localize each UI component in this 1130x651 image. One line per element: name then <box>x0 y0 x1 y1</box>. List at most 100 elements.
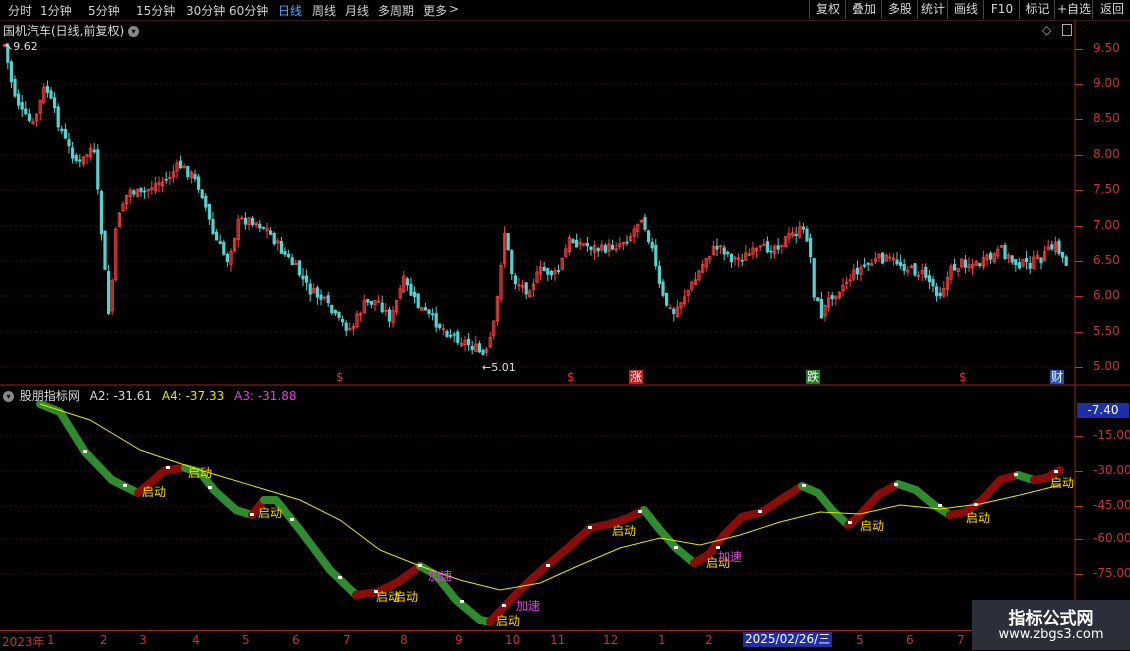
event-marker[interactable]: 财 <box>1050 370 1065 384</box>
candle-body <box>333 310 338 314</box>
candle-body <box>387 309 392 322</box>
event-marker[interactable]: $ <box>335 370 345 384</box>
oscillator-marker <box>546 564 550 567</box>
event-marker[interactable]: 涨 <box>629 370 644 384</box>
candle-body <box>290 257 294 266</box>
oscillator-segment <box>296 526 334 574</box>
candle-body <box>272 233 276 245</box>
candle-body <box>470 345 474 351</box>
candle-body <box>654 244 658 267</box>
candle-body <box>805 228 809 242</box>
accelerate-signal-label: 加速 <box>718 550 743 564</box>
candle-body <box>412 291 417 298</box>
candle-body <box>283 250 287 255</box>
candle-body <box>726 252 730 255</box>
oscillator-segment <box>326 566 360 599</box>
event-marker[interactable]: 跌 <box>806 370 821 384</box>
candle-body <box>801 226 806 230</box>
candle-body <box>643 217 647 230</box>
candle-body <box>1014 259 1018 266</box>
candle-body <box>178 160 183 169</box>
candle-body <box>557 270 561 273</box>
candle-body <box>510 250 514 274</box>
oscillator-series <box>36 400 1064 626</box>
candle-body <box>380 302 384 313</box>
candle-body <box>1017 262 1022 269</box>
oscillator-marker <box>208 486 212 489</box>
candle-body <box>863 264 867 267</box>
candle-body <box>225 253 229 263</box>
oscillator-marker <box>974 503 978 506</box>
time-tick: 9 <box>455 633 463 647</box>
candle-body <box>927 275 932 283</box>
price-tick: 9.00 <box>1093 76 1120 90</box>
candle-body <box>16 93 21 106</box>
price-tick: 7.00 <box>1093 218 1120 232</box>
candle-body <box>596 247 600 252</box>
candle-body <box>308 283 312 295</box>
chevron-down-icon[interactable]: ▾ <box>3 391 14 402</box>
start-signal-label: 启动 <box>496 614 521 628</box>
candle-body <box>49 90 53 99</box>
candle-body <box>665 292 669 306</box>
event-marker[interactable]: $ <box>958 370 968 384</box>
candle-body <box>452 333 456 336</box>
candle-body <box>978 263 982 267</box>
indicator-tick: -75.00 <box>1093 566 1130 580</box>
oscillator-marker <box>123 484 127 487</box>
panel-toggle-icon[interactable] <box>1062 24 1072 36</box>
event-marker[interactable]: $ <box>566 370 576 384</box>
candle-body <box>438 323 442 329</box>
candle-body <box>1010 255 1014 263</box>
candle-body <box>657 265 662 284</box>
candle-body <box>1064 256 1068 266</box>
candle-body <box>812 258 816 298</box>
candle-body <box>938 292 942 297</box>
diamond-icon[interactable]: ◇ <box>1042 23 1051 37</box>
candle-body <box>67 139 71 147</box>
candle-body <box>286 254 291 258</box>
indicator-tick: -30.00 <box>1093 463 1130 477</box>
oscillator-marker <box>166 466 170 469</box>
candle-body <box>211 218 215 235</box>
time-tick: 1 <box>658 633 666 647</box>
watermark-title: 指标公式网 <box>1008 609 1094 629</box>
candle-body <box>445 330 449 337</box>
candle-body <box>549 271 554 276</box>
candle-body <box>200 189 204 199</box>
cursor-date: 2025/02/26/三 <box>743 632 833 647</box>
accelerate-signal-label: 加速 <box>516 599 541 613</box>
time-tick: 8 <box>400 633 408 647</box>
candle-body <box>405 278 410 286</box>
candle-body <box>830 295 834 300</box>
candle-body <box>506 233 510 251</box>
time-tick: 4 <box>192 633 200 647</box>
candle-body <box>337 311 341 318</box>
candle-body <box>899 261 903 266</box>
candle-body <box>611 244 615 250</box>
start-signal-label: 启动 <box>1050 476 1075 490</box>
time-tick: 2023年 <box>2 635 45 649</box>
candle-body <box>895 259 899 265</box>
time-tick: 6 <box>906 633 914 647</box>
candle-body <box>164 178 168 181</box>
candle-body <box>913 263 917 276</box>
candle-body <box>53 97 57 109</box>
candle-body <box>625 241 629 244</box>
candle-body <box>218 241 222 245</box>
oscillator-marker <box>250 513 254 516</box>
start-signal-label: 启动 <box>966 511 991 525</box>
start-signal-label: 启动 <box>142 485 167 499</box>
candle-body <box>1025 257 1029 263</box>
candle-body <box>132 190 136 195</box>
start-signal-label: 启动 <box>612 524 637 538</box>
time-tick: 10 <box>505 633 521 647</box>
a4-value: A4: -37.33 <box>161 389 225 403</box>
candle-body <box>56 106 60 128</box>
start-signal-label: 启动 <box>860 519 885 533</box>
candle-body <box>481 349 485 355</box>
candle-body <box>794 233 798 236</box>
candle-body <box>585 242 590 247</box>
start-signal-label: 启动 <box>394 590 419 604</box>
candle-body <box>881 252 885 264</box>
